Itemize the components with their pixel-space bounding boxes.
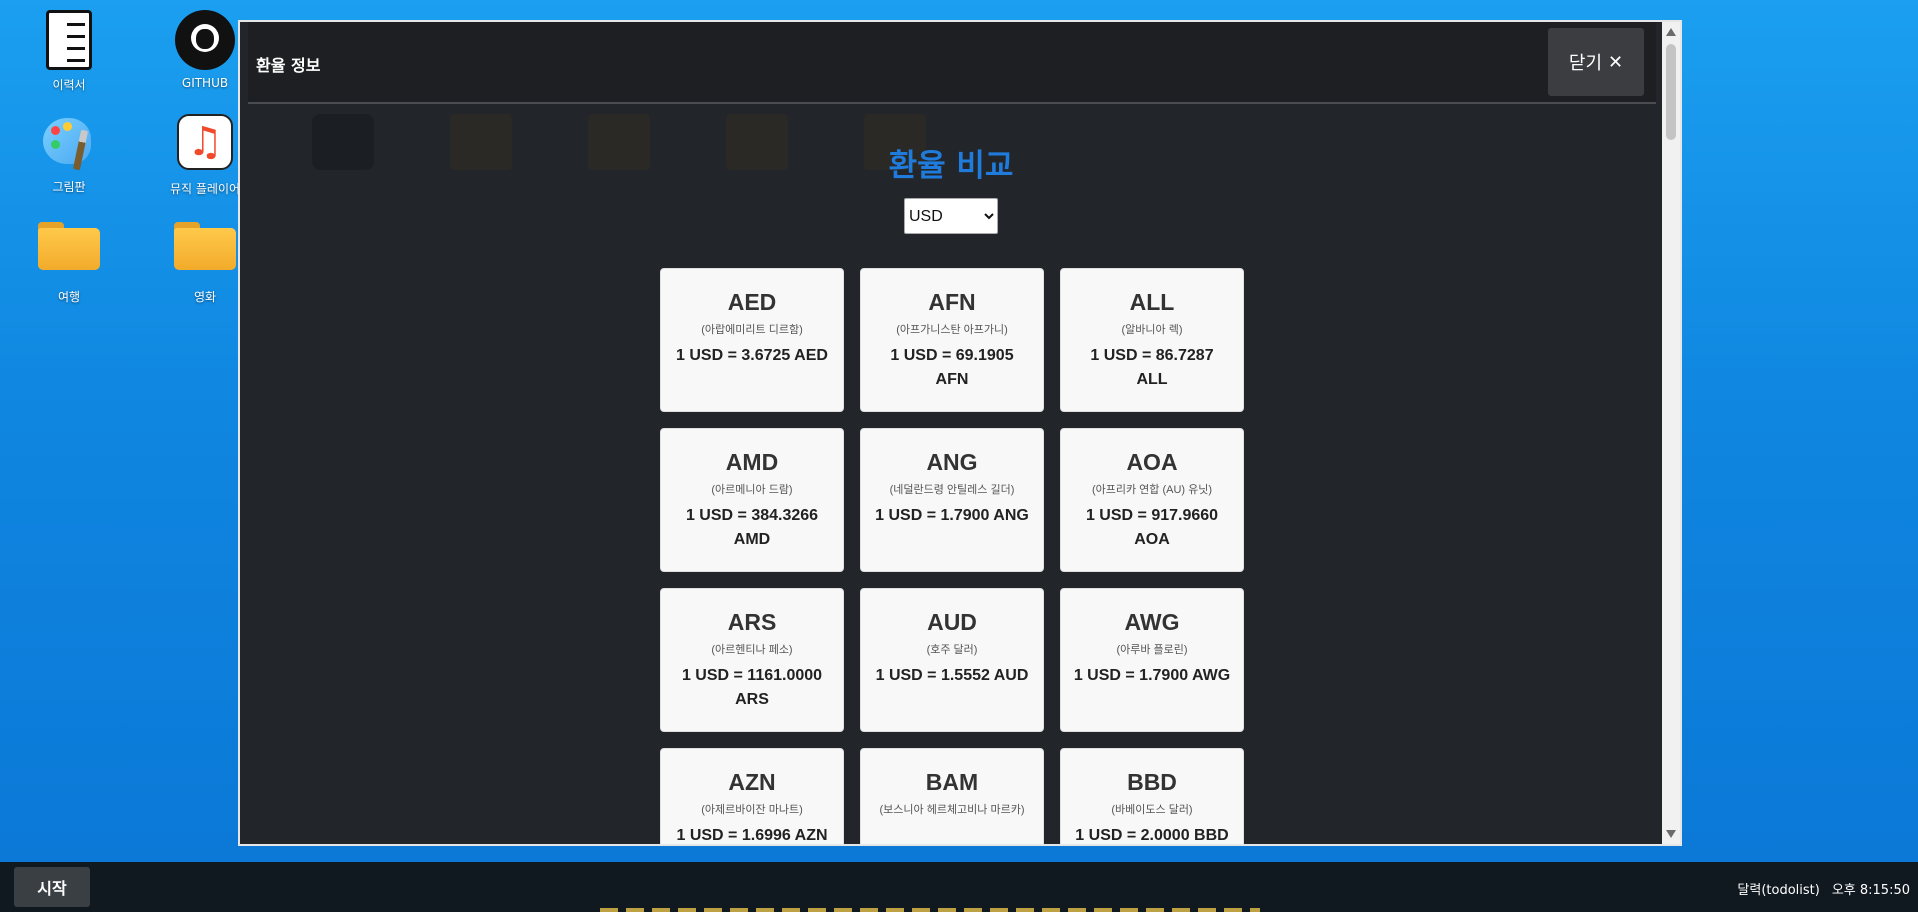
exchange-rate: 1 USD = 2.0000 BBD [1075,827,1229,844]
currency-name: (아루바 플로린) [1116,644,1188,656]
currency-code: AZN [728,769,776,795]
currency-name: (아르메니아 드람) [711,484,793,496]
currency-name: (네덜란드령 안틸레스 길더) [889,484,1015,496]
desktop-icon-resume[interactable]: 이력서 [14,10,124,93]
currency-card: AED (아랍에미리트 디르함) 1 USD = 3.6725 AED [660,268,844,412]
currency-name: (호주 달러) [926,644,978,656]
desktop-icon-travel-folder[interactable]: 여행 [14,212,124,305]
exchange-rate: 1 USD = 1.7900 AWG [1073,667,1231,684]
folder-icon [38,222,100,270]
currency-code: AFN [928,289,976,315]
currency-code: AWG [1124,609,1180,635]
taskbar-clock: 오후 8:15:50 [1831,883,1910,898]
exchange-rate: 1 USD = 1.5552 AUD [875,667,1029,684]
currency-code: ALL [1129,289,1175,315]
base-currency-select[interactable]: USD [904,198,998,234]
close-label: 닫기 [1568,53,1603,74]
currency-name: (아르헨티나 페소) [711,644,793,656]
folder-icon [174,222,236,270]
desktop-icon-label: 여행 [57,290,81,304]
currency-code: BBD [1127,769,1177,795]
page-title: 환율 비교 [888,148,1014,184]
scrollbar-thumb[interactable] [1666,44,1676,140]
paint-palette-icon [39,112,99,172]
currency-card: ALL (알바니아 렉) 1 USD = 86.7287 ALL [1060,268,1244,412]
currency-card: BBD (바베이도스 달러) 1 USD = 2.0000 BBD [1060,748,1244,844]
exchange-rate: 1 USD = 3.6725 AED [676,347,828,364]
currency-name: (알바니아 렉) [1121,324,1183,336]
close-icon: ✕ [1608,51,1624,73]
currency-name: (아랍에미리트 디르함) [701,324,803,336]
exchange-rate: 1 USD = 1161.0000 ARS [681,667,823,708]
exchange-rate: 1 USD = 1.6996 AZN [676,827,828,844]
resume-icon [46,10,92,70]
close-button[interactable]: 닫기 ✕ [1548,28,1644,96]
currency-card: ARS (아르헨티나 페소) 1 USD = 1161.0000 ARS [660,588,844,732]
currency-code: BAM [925,769,979,795]
currency-code: ANG [926,449,978,475]
currency-code: AUD [927,609,977,635]
currency-name: (아제르바이잔 마나트) [701,804,803,816]
scroll-down-arrow-icon[interactable] [1666,830,1676,838]
scroll-up-arrow-icon[interactable] [1666,28,1676,36]
taskbar-decoration [600,908,1260,912]
window-title: 환율 정보 [256,56,321,75]
currency-code: ARS [727,609,777,635]
currency-card: AWG (아루바 플로린) 1 USD = 1.7900 AWG [1060,588,1244,732]
currency-card: AOA (아프리카 연합 (AU) 유닛) 1 USD = 917.9660 A… [1060,428,1244,572]
currency-name: (아프리카 연합 (AU) 유닛) [1091,484,1213,496]
music-note-icon: ♫ [177,114,233,170]
exchange-rate-window: 환율 정보 닫기 ✕ 환율 비교 USD AED (아랍에미리트 디르함) 1 … [238,20,1682,846]
exchange-rate: 1 USD = 86.7287 ALL [1090,347,1214,388]
exchange-rate: 1 USD = 384.3266 AMD [685,507,819,548]
start-button[interactable]: 시작 [14,867,90,907]
currency-card: AUD (호주 달러) 1 USD = 1.5552 AUD [860,588,1044,732]
currency-code: AOA [1126,449,1178,475]
currency-card: AZN (아제르바이잔 마나트) 1 USD = 1.6996 AZN [660,748,844,844]
currency-card: AMD (아르메니아 드람) 1 USD = 384.3266 AMD [660,428,844,572]
currency-name: (보스니아 헤르체고비나 마르카) [879,804,1025,816]
currency-name: (아프가니스탄 아프가니) [896,324,1008,336]
tray-calendar-app[interactable]: 달력(todolist) [1737,879,1819,898]
exchange-rate: 1 USD = 1.7900 ANG [875,507,1029,524]
window-header: 환율 정보 닫기 ✕ [248,22,1656,104]
desktop-icon-label: 이력서 [52,78,86,92]
currency-code: AED [727,289,777,315]
exchange-rate: 1 USD = 69.1905 AFN [890,347,1014,388]
github-icon [175,10,235,70]
system-tray: 달력(todolist) 오후 8:15:50 [1737,879,1910,898]
currency-card: ANG (네덜란드령 안틸레스 길더) 1 USD = 1.7900 ANG [860,428,1044,572]
vertical-scrollbar[interactable] [1662,22,1680,844]
desktop-icon-label: 그림판 [52,180,86,194]
desktop-icon-paint[interactable]: 그림판 [14,112,124,195]
currency-card: AFN (아프가니스탄 아프가니) 1 USD = 69.1905 AFN [860,268,1044,412]
currency-card: BAM (보스니아 헤르체고비나 마르카) [860,748,1044,844]
exchange-rate: 1 USD = 917.9660 AOA [1085,507,1219,548]
currency-code: AMD [725,449,779,475]
taskbar: 시작 달력(todolist) 오후 8:15:50 [0,862,1918,912]
currency-name: (바베이도스 달러) [1111,804,1193,816]
